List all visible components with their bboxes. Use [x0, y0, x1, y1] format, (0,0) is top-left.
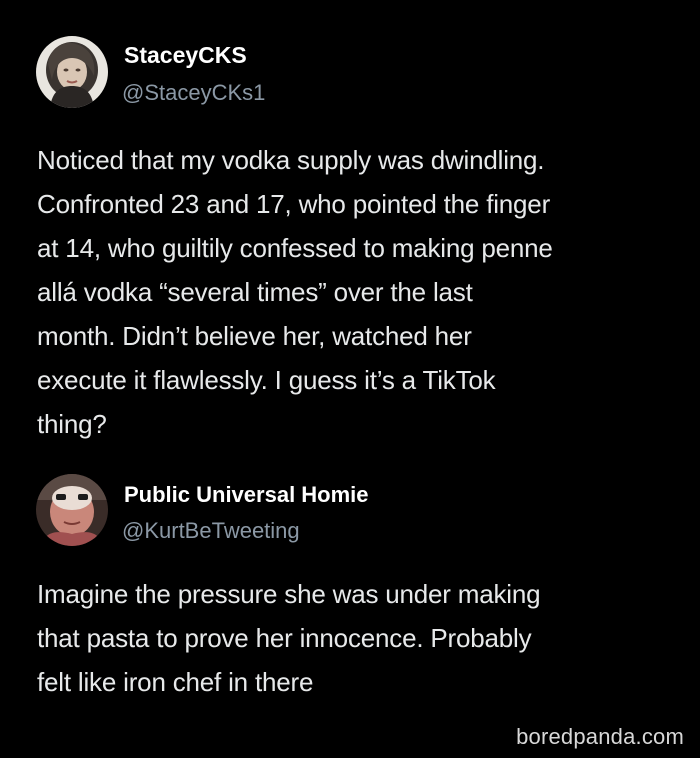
display-name[interactable]: Public Universal Homie — [124, 482, 369, 508]
user-handle[interactable]: @KurtBeTweeting — [122, 518, 300, 544]
tweet-text: Noticed that my vodka supply was dwindli… — [37, 138, 687, 446]
tweet-text-line: execute it flawlessly. I guess it’s a Ti… — [37, 365, 496, 395]
profile-photo-icon — [36, 474, 108, 546]
tweet-text: Imagine the pressure she was under makin… — [37, 572, 687, 704]
tweet-text-line: month. Didn’t believe her, watched her — [37, 321, 472, 351]
tweet-header: StaceyCKS @StaceyCKs1 — [0, 36, 700, 112]
display-name[interactable]: StaceyCKS — [124, 42, 247, 69]
profile-photo-icon — [36, 36, 108, 108]
tweet-text-line: that pasta to prove her innocence. Proba… — [37, 623, 532, 653]
avatar[interactable] — [36, 474, 108, 546]
watermark: boredpanda.com — [516, 724, 684, 749]
tweet-text-line: Imagine the pressure she was under makin… — [37, 579, 541, 609]
avatar[interactable] — [36, 36, 108, 108]
tweet-homie: Public Universal Homie @KurtBeTweeting I… — [0, 474, 700, 697]
user-handle[interactable]: @StaceyCKs1 — [122, 80, 265, 106]
tweet-text-line: Confronted 23 and 17, who pointed the fi… — [37, 189, 551, 219]
tweet-text-line: Noticed that my vodka supply was dwindli… — [37, 145, 545, 175]
tweet-stacey: StaceyCKS @StaceyCKs1 Noticed that my vo… — [0, 36, 700, 439]
tweet-text-line: felt like iron chef in there — [37, 667, 314, 697]
tweet-text-line: allá vodka “several times” over the last — [37, 277, 473, 307]
tweet-text-line: thing? — [37, 409, 107, 439]
tweet-text-line: at 14, who guiltily confessed to making … — [37, 233, 553, 263]
tweet-header: Public Universal Homie @KurtBeTweeting — [0, 474, 700, 550]
